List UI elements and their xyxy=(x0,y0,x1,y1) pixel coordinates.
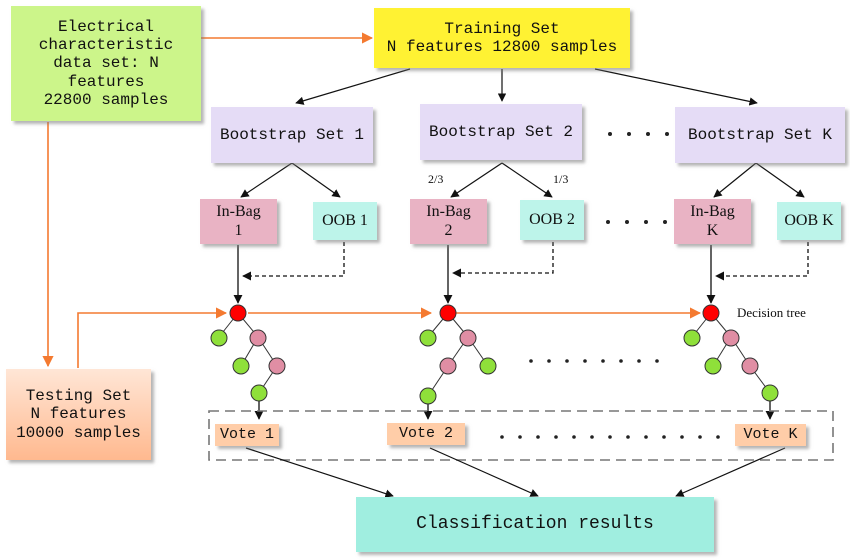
vote-label: Vote 1 xyxy=(219,426,274,444)
inbag-1: In-Bag 1 xyxy=(200,199,277,244)
bootstrap-label: Bootstrap Set 2 xyxy=(428,122,574,141)
testing-set-box: Testing Set N features 10000 samples xyxy=(6,369,151,460)
ellipsis-bootstrap xyxy=(608,132,669,136)
arrow-b1-inbag xyxy=(240,162,293,198)
ellipsis-bags xyxy=(606,220,667,224)
bootstrap-set-2: Bootstrap Set 2 xyxy=(420,104,582,160)
testing-line: 10000 samples xyxy=(16,423,141,442)
training-set-box: Training Set N features 12800 samples xyxy=(374,8,630,68)
vote-1: Vote 1 xyxy=(215,424,279,446)
vote-label: Vote 2 xyxy=(398,425,453,443)
inbag-index: 2 xyxy=(444,221,453,239)
arrow-vote2-to-result xyxy=(429,447,539,497)
arrow-oobk-dashed xyxy=(715,242,809,281)
tree-2-nodes xyxy=(419,304,497,405)
testing-title: Testing Set xyxy=(25,386,132,405)
internal-node xyxy=(741,357,759,375)
inbag-label: In-Bag xyxy=(426,203,471,221)
inbag-index: 1 xyxy=(234,221,243,239)
testing-line: N features xyxy=(30,405,127,424)
oob-1: OOB 1 xyxy=(313,202,377,240)
ellipsis-trees xyxy=(529,359,659,363)
decision-tree-label: Decision tree xyxy=(737,305,806,320)
ellipsis-votes xyxy=(500,435,720,439)
classification-results-label: Classification results xyxy=(416,514,654,535)
classification-results-box: Classification results xyxy=(356,497,714,552)
arrow-testing-to-trees xyxy=(77,307,228,368)
arrow-bk-oob xyxy=(755,162,805,198)
source-dataset-box: Electrical characteristic data set: N fe… xyxy=(11,6,201,121)
inbag-fraction-label: 2/3 xyxy=(428,172,444,186)
root-node xyxy=(702,304,720,322)
oob-fraction-label: 1/3 xyxy=(553,172,569,186)
arrow-b2-inbag xyxy=(450,162,503,198)
leaf-node xyxy=(419,387,437,405)
internal-node xyxy=(268,357,286,375)
arrow-bk-inbag xyxy=(713,162,757,198)
oob-label: OOB 1 xyxy=(322,211,368,229)
bootstrap-label: Bootstrap Set K xyxy=(687,125,833,144)
inbag-label: In-Bag xyxy=(690,203,735,221)
training-title: Training Set xyxy=(444,19,560,38)
arrow-oob2-dashed xyxy=(452,242,554,278)
oob-label: OOB K xyxy=(784,211,834,229)
tree-1-nodes xyxy=(210,304,286,402)
arrow-training-to-bootstrap-k xyxy=(594,68,758,106)
source-line: characteristic xyxy=(38,35,174,54)
bootstrap-set-k: Bootstrap Set K xyxy=(675,107,845,163)
tree-2 xyxy=(423,312,489,420)
leaf-node xyxy=(419,329,437,347)
arrow-b2-oob xyxy=(501,162,553,198)
internal-node xyxy=(439,357,457,375)
inbag-index: K xyxy=(706,221,719,239)
vote-k: Vote K xyxy=(735,424,806,446)
leaf-node xyxy=(479,357,497,375)
vote-2: Vote 2 xyxy=(387,423,465,445)
root-node xyxy=(229,304,247,322)
arrow-oob1-dashed xyxy=(242,242,345,281)
internal-node xyxy=(722,329,740,347)
leaf-node xyxy=(232,357,250,375)
vote-label: Vote K xyxy=(743,426,798,444)
inbag-label: In-Bag xyxy=(216,203,261,221)
oob-2: OOB 2 xyxy=(520,200,584,240)
arrow-b1-oob xyxy=(291,162,341,198)
arrow-votek-to-result xyxy=(675,447,786,497)
bootstrap-set-1: Bootstrap Set 1 xyxy=(211,107,373,163)
internal-node xyxy=(459,329,477,347)
leaf-node xyxy=(683,329,701,347)
leaf-node xyxy=(210,329,228,347)
root-node xyxy=(439,304,457,322)
arrow-vote1-to-result xyxy=(245,447,394,498)
source-line: features xyxy=(67,72,145,91)
leaf-node xyxy=(704,357,722,375)
leaf-node xyxy=(250,384,268,402)
internal-node xyxy=(249,329,267,347)
source-line: Electrical xyxy=(57,17,154,36)
oob-label: OOB 2 xyxy=(529,210,575,228)
inbag-k: In-Bag K xyxy=(674,199,751,244)
bootstrap-label: Bootstrap Set 1 xyxy=(219,125,365,144)
arrow-training-to-bootstrap-1 xyxy=(295,68,411,105)
oob-k: OOB K xyxy=(777,202,841,240)
source-line: data set: N xyxy=(53,54,159,73)
source-line: 22800 samples xyxy=(43,91,169,110)
leaf-node xyxy=(761,384,779,402)
random-forest-diagram: Electrical characteristic data set: N fe… xyxy=(0,0,850,560)
training-detail: N features 12800 samples xyxy=(386,38,618,56)
inbag-2: In-Bag 2 xyxy=(410,199,487,244)
